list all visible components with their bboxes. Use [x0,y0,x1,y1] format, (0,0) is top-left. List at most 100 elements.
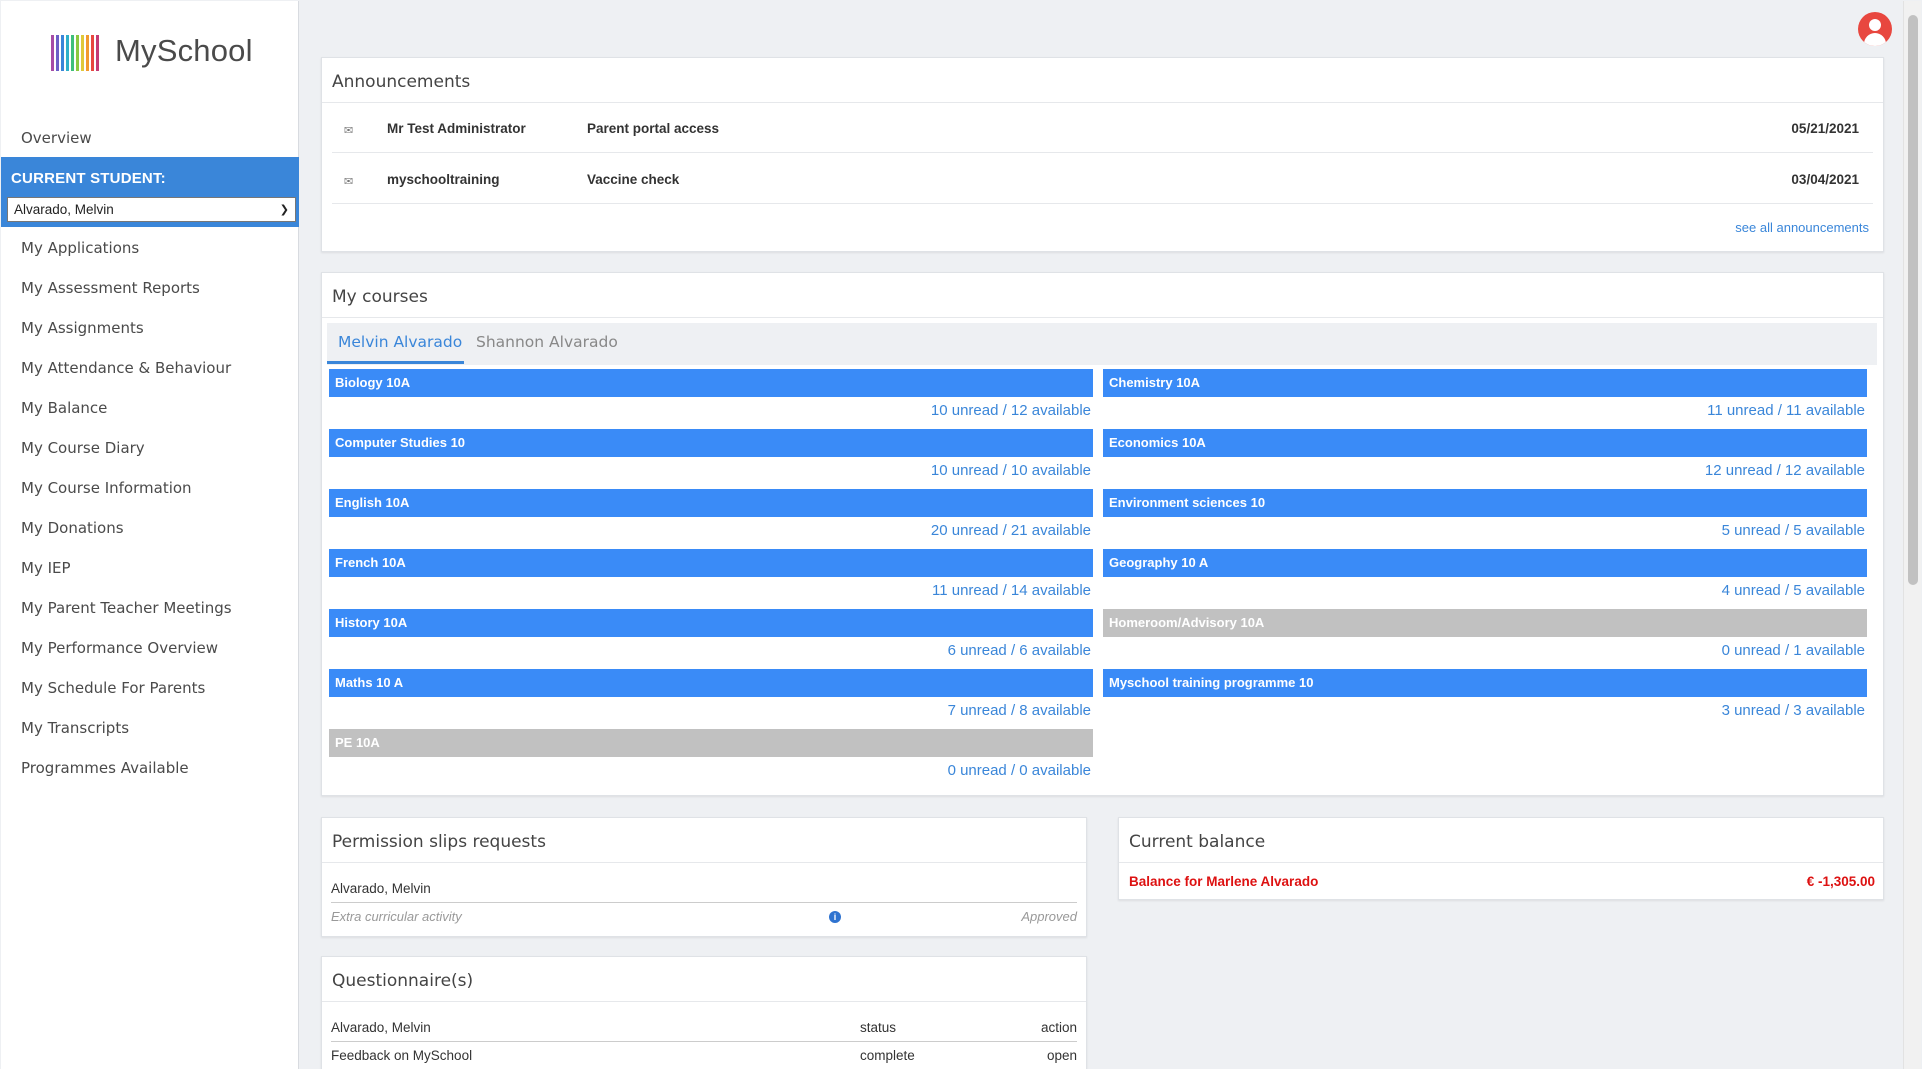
permission-student-name: Alvarado, Melvin [331,881,431,896]
nav-my-course-information[interactable]: My Course Information [21,479,192,497]
announcement-row[interactable]: ✉ Mr Test Administrator Parent portal ac… [332,103,1873,153]
course-name-bar[interactable]: English 10A [329,489,1093,517]
course-unread-stats[interactable]: 4 unread / 5 available [1722,582,1865,599]
balance-label[interactable]: Balance for Marlene Alvarado [1129,874,1318,889]
course-name-bar[interactable]: Homeroom/Advisory 10A [1103,609,1867,637]
current-student-label: CURRENT STUDENT: [11,170,166,187]
course-unread-stats[interactable]: 12 unread / 12 available [1705,462,1865,479]
course-unread-stats[interactable]: 0 unread / 1 available [1722,642,1865,659]
course-unread-stats[interactable]: 10 unread / 10 available [931,462,1091,479]
announcements-title: Announcements [332,72,471,92]
nav-my-performance-overview[interactable]: My Performance Overview [21,639,218,657]
questionnaire-row-status: complete [860,1048,915,1063]
course-unread-stats[interactable]: 10 unread / 12 available [931,402,1091,419]
questionnaire-action-header: action [1040,1020,1077,1035]
info-icon[interactable]: i [829,911,841,923]
myschool-logo[interactable]: MySchool [51,31,253,71]
announcement-date: 05/21/2021 [1791,121,1859,136]
nav-my-schedule-for-parents[interactable]: My Schedule For Parents [21,679,205,697]
course-unread-stats[interactable]: 0 unread / 0 available [948,762,1091,779]
course-name-bar[interactable]: Chemistry 10A [1103,369,1867,397]
tab-shannon-alvarado[interactable]: Shannon Alvarado [476,333,618,351]
announcement-subject: Vaccine check [587,172,680,187]
chevron-down-icon: ❯ [279,204,289,216]
announcement-row[interactable]: ✉ myschooltraining Vaccine check 03/04/2… [332,154,1873,204]
course-item: History 10A 6 unread / 6 available [329,609,1093,669]
course-item: Geography 10 A 4 unread / 5 available [1103,549,1867,609]
nav-my-attendance-behaviour[interactable]: My Attendance & Behaviour [21,359,231,377]
nav-my-parent-teacher-meetings[interactable]: My Parent Teacher Meetings [21,599,232,617]
course-name-bar[interactable]: Myschool training programme 10 [1103,669,1867,697]
course-name-bar[interactable]: PE 10A [329,729,1093,757]
nav-my-balance[interactable]: My Balance [21,399,107,417]
course-item: Homeroom/Advisory 10A 0 unread / 1 availa… [1103,609,1867,669]
course-item: Computer Studies 10 10 unread / 10 availa… [329,429,1093,489]
course-name-bar[interactable]: Economics 10A [1103,429,1867,457]
permission-activity[interactable]: Extra curricular activity [331,909,462,924]
balance-value: € -1,305.00 [1806,874,1875,889]
course-item: Environment sciences 10 5 unread / 5 avai… [1103,489,1867,549]
see-all-announcements-link[interactable]: see all announcements [1735,220,1869,235]
course-name-bar[interactable]: Maths 10 A [329,669,1093,697]
course-unread-stats[interactable]: 11 unread / 14 available [932,582,1091,599]
course-unread-stats[interactable]: 5 unread / 5 available [1722,522,1865,539]
questionnaire-open-link[interactable]: open [1047,1048,1077,1063]
course-item: French 10A 11 unread / 14 available [329,549,1093,609]
questionnaire-student-name: Alvarado, Melvin [331,1020,431,1035]
course-item: Economics 10A 12 unread / 12 available [1103,429,1867,489]
announcement-subject: Parent portal access [587,121,720,136]
announcement-date: 03/04/2021 [1791,172,1859,187]
nav-overview[interactable]: Overview [21,129,92,147]
course-name-bar[interactable]: French 10A [329,549,1093,577]
my-courses-title: My courses [332,287,428,307]
permission-status: Approved [1021,909,1077,924]
course-item: Biology 10A 10 unread / 12 available [329,369,1093,429]
course-name-bar[interactable]: Computer Studies 10 [329,429,1093,457]
course-name-bar[interactable]: Geography 10 A [1103,549,1867,577]
nav-my-assignments[interactable]: My Assignments [21,319,144,337]
course-unread-stats[interactable]: 11 unread / 11 available [1707,402,1865,419]
active-tab-indicator [327,361,464,364]
course-item: English 10A 20 unread / 21 available [329,489,1093,549]
questionnaire-status-header: status [860,1020,897,1035]
course-item: Maths 10 A 7 unread / 8 available [329,669,1093,729]
nav-my-course-diary[interactable]: My Course Diary [21,439,145,457]
logo-bars-icon [51,31,99,71]
course-item: Myschool training programme 10 3 unread /… [1103,669,1867,729]
page-scrollbar[interactable] [1903,1,1921,1069]
questionnaire-card: Questionnaire(s) Alvarado, Melvin status… [321,956,1087,1069]
student-tabs: Melvin Alvarado Shannon Alvarado [327,323,1877,365]
nav-my-transcripts[interactable]: My Transcripts [21,719,129,737]
nav-my-donations[interactable]: My Donations [21,519,124,537]
announcements-card: Announcements ✉ Mr Test Administrator Pa… [321,57,1884,252]
envelope-icon: ✉ [344,176,354,188]
announcement-sender: Mr Test Administrator [387,121,526,136]
user-profile-icon[interactable] [1858,12,1892,46]
questionnaire-row-name: Feedback on MySchool [331,1048,473,1063]
course-unread-stats[interactable]: 20 unread / 21 available [931,522,1091,539]
questionnaire-title: Questionnaire(s) [332,971,474,991]
course-name-bar[interactable]: Environment sciences 10 [1103,489,1867,517]
nav-programmes-available[interactable]: Programmes Available [21,759,189,777]
course-unread-stats[interactable]: 3 unread / 3 available [1722,702,1865,719]
scrollbar-thumb[interactable] [1908,15,1918,585]
tab-melvin-alvarado[interactable]: Melvin Alvarado [338,333,462,351]
course-name-bar[interactable]: Biology 10A [329,369,1093,397]
nav-my-assessment-reports[interactable]: My Assessment Reports [21,279,200,297]
permission-slips-card: Permission slips requests Alvarado, Melv… [321,817,1087,937]
course-item: PE 10A 0 unread / 0 available [329,729,1093,789]
current-student-value: Alvarado, Melvin [14,202,114,217]
current-student-panel: CURRENT STUDENT: Alvarado, Melvin ❯ [1,157,299,227]
current-student-select[interactable]: Alvarado, Melvin ❯ [7,197,296,222]
nav-my-iep[interactable]: My IEP [21,559,71,577]
current-balance-card: Current balance Balance for Marlene Alva… [1118,817,1884,900]
course-item: Chemistry 10A 11 unread / 11 available [1103,369,1867,429]
course-unread-stats[interactable]: 7 unread / 8 available [948,702,1091,719]
sidebar: MySchool Overview CURRENT STUDENT: Alvar… [1,1,299,1069]
nav-my-applications[interactable]: My Applications [21,239,139,257]
announcement-sender: myschooltraining [387,172,500,187]
envelope-icon: ✉ [344,125,354,137]
course-unread-stats[interactable]: 6 unread / 6 available [948,642,1091,659]
course-name-bar[interactable]: History 10A [329,609,1093,637]
logo-text: MySchool [115,33,253,68]
